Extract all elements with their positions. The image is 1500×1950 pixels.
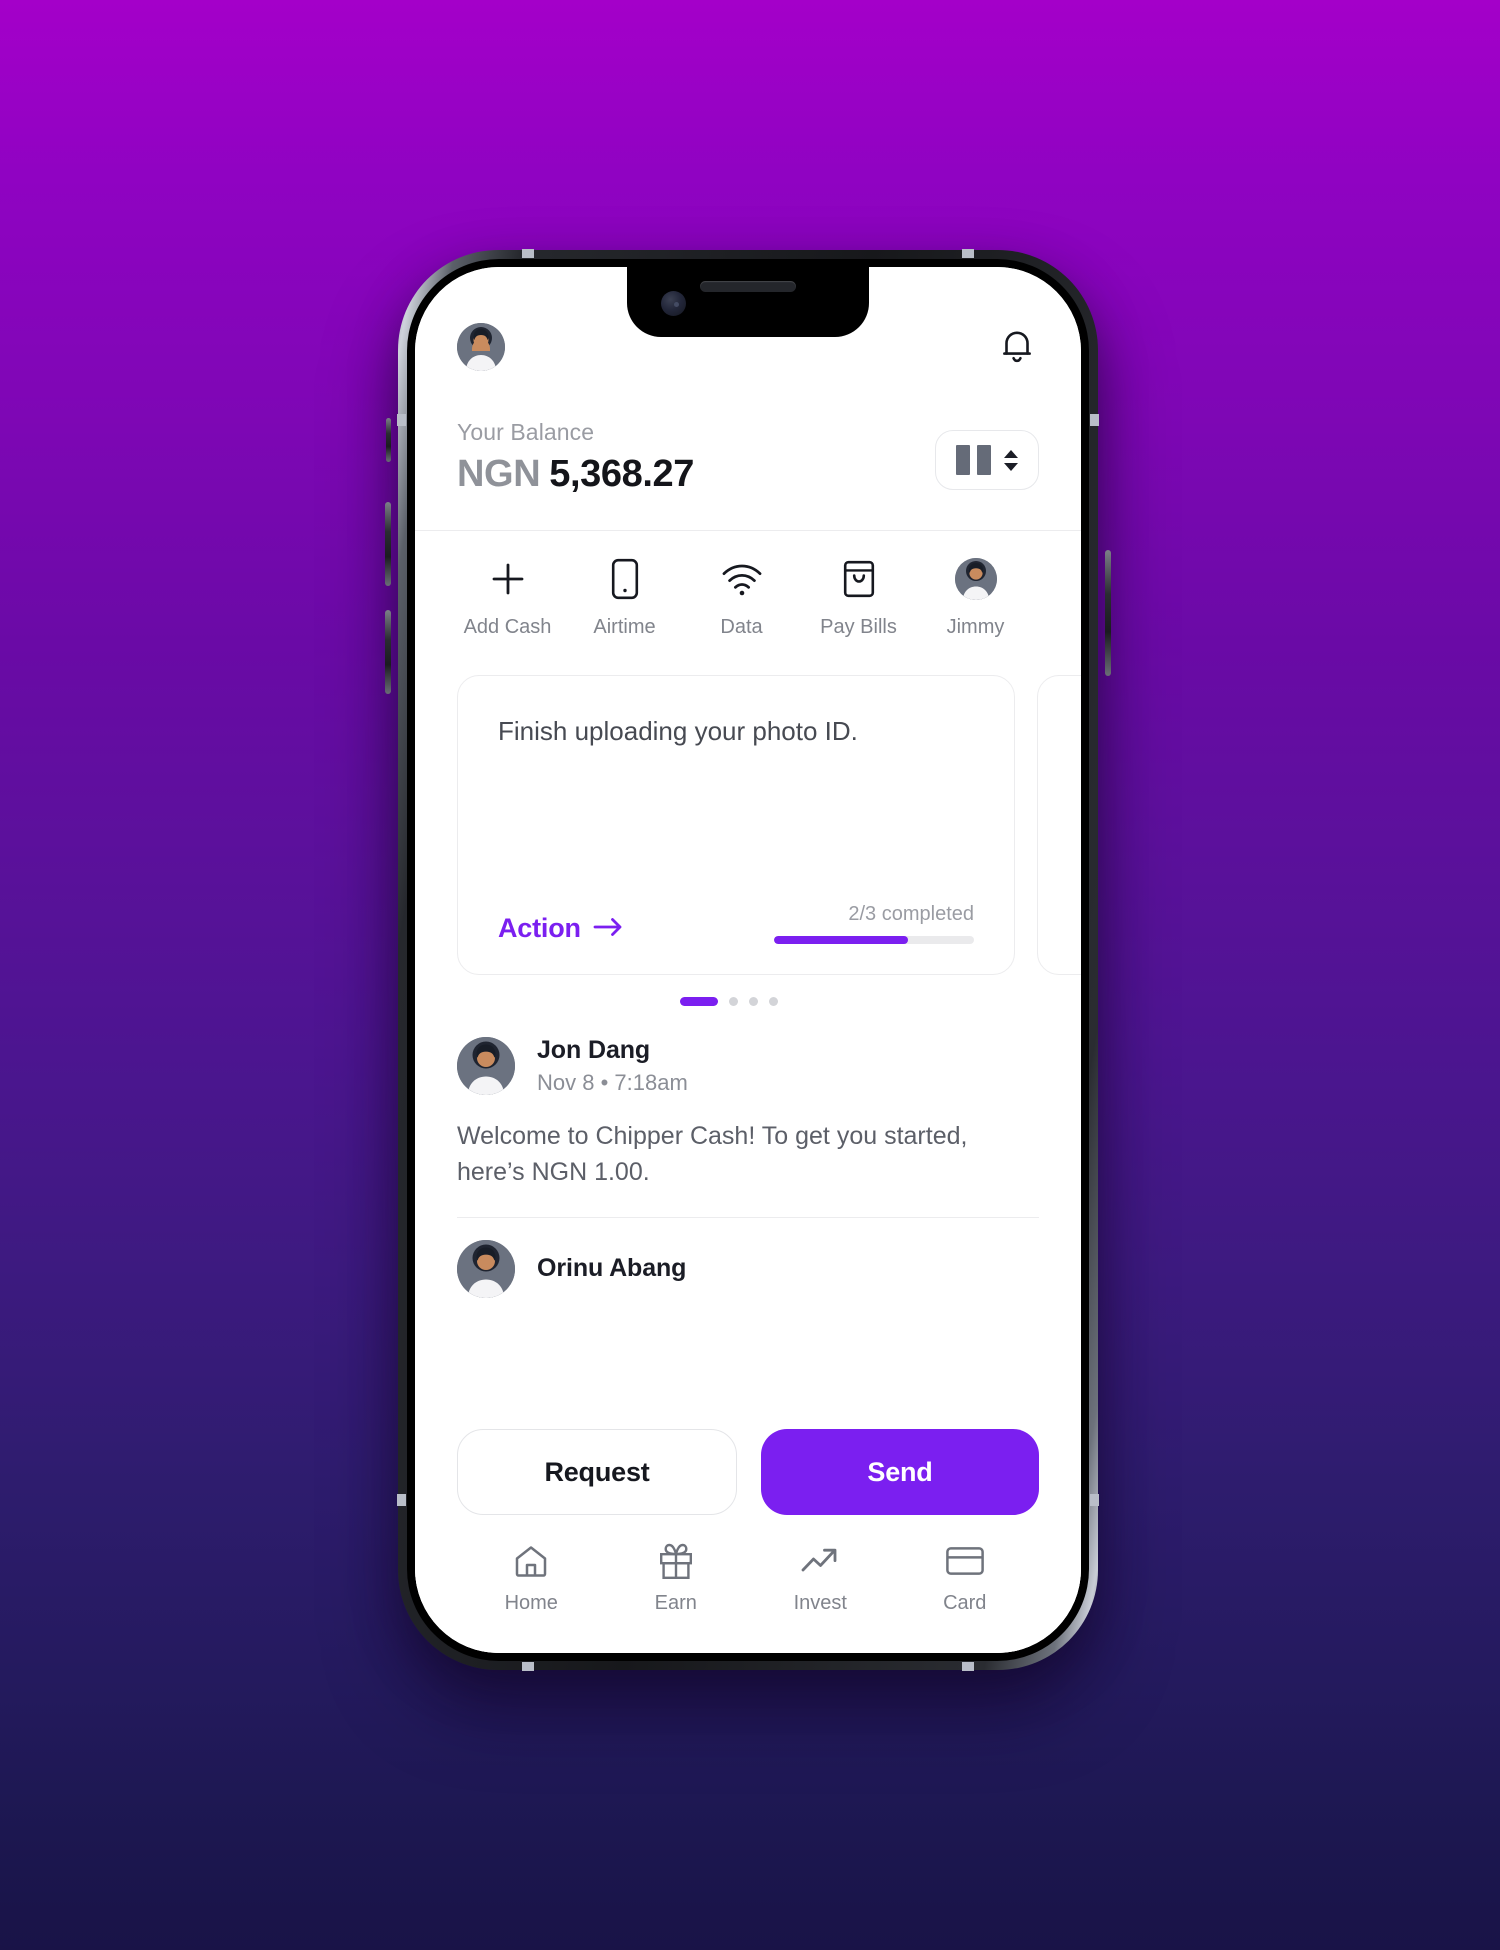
quick-action-label: Data	[720, 616, 763, 638]
phone-screen: Your Balance NGN 5,368.27 Add Cash Airti…	[415, 267, 1081, 1653]
balance-amount: NGN 5,368.27	[457, 453, 694, 496]
phone-icon	[609, 557, 641, 601]
feed-item-name: Jon Dang	[537, 1036, 651, 1064]
tab-label: Card	[943, 1592, 987, 1614]
contact-avatar-icon	[954, 557, 997, 601]
quick-action-label: Add Cash	[463, 616, 552, 638]
profile-avatar[interactable]	[457, 323, 505, 371]
send-button[interactable]: Send	[761, 1429, 1039, 1515]
card-title: Finish uploading your photo ID.	[498, 716, 858, 746]
earpiece-speaker	[700, 281, 796, 292]
tab-label: Earn	[654, 1592, 697, 1614]
quick-action-label: Jimmy	[946, 616, 1005, 638]
balance-value: 5,368.27	[549, 453, 694, 495]
antenna-line	[962, 1662, 974, 1671]
feed-item[interactable]: Orinu Abang	[457, 1216, 1039, 1324]
feed-item-body: Welcome to Chipper Cash! To get you star…	[457, 1122, 968, 1187]
tab-earn[interactable]: Earn	[604, 1541, 749, 1615]
progress-label: 2/3 completed	[848, 903, 974, 925]
bell-icon	[1003, 331, 1031, 363]
request-button[interactable]: Request	[457, 1429, 737, 1515]
feed-item-name: Orinu Abang	[537, 1254, 687, 1282]
notch	[627, 267, 869, 337]
card-progress: 2/3 completed	[774, 903, 974, 944]
card-action-label: Action	[498, 913, 581, 943]
app-screen: Your Balance NGN 5,368.27 Add Cash Airti…	[415, 267, 1081, 1653]
home-icon	[513, 1541, 549, 1581]
balance-section: Your Balance NGN 5,368.27	[415, 371, 1081, 531]
shopping-bag-icon	[841, 557, 877, 601]
antenna-line	[1090, 1494, 1099, 1506]
card-carousel[interactable]: Finish uploading your photo ID. Action 2…	[415, 661, 1081, 975]
progress-fill	[774, 936, 908, 944]
arrow-right-icon	[593, 913, 623, 944]
volume-up-button[interactable]	[385, 502, 391, 586]
phone-frame: Your Balance NGN 5,368.27 Add Cash Airti…	[385, 249, 1111, 1671]
tab-card[interactable]: Card	[893, 1541, 1038, 1615]
carousel-dot[interactable]	[769, 997, 778, 1006]
carousel-dot[interactable]	[749, 997, 758, 1006]
silent-switch[interactable]	[386, 418, 391, 462]
tab-label: Invest	[793, 1592, 847, 1614]
volume-down-button[interactable]	[385, 610, 391, 694]
carousel-dot[interactable]	[729, 997, 738, 1006]
balance-text-group: Your Balance NGN 5,368.27	[457, 419, 694, 496]
antenna-line	[1090, 414, 1099, 426]
progress-track	[774, 936, 974, 944]
quick-action-label: Airtime	[593, 616, 656, 638]
flag-placeholder-icon	[956, 445, 991, 475]
notifications-button[interactable]	[995, 325, 1039, 369]
contact-avatar	[954, 558, 997, 600]
quick-action-pay-bills[interactable]: Pay Bills	[800, 557, 917, 639]
carousel-dot[interactable]	[680, 997, 718, 1006]
quick-action-label: Pay Bills	[820, 616, 897, 638]
feed-item-header: Jon Dang Nov 8 • 7:18am	[457, 1036, 1039, 1096]
wifi-icon	[721, 557, 763, 601]
card-footer: Action 2/3 completed	[498, 903, 974, 944]
credit-card-icon	[945, 1541, 985, 1581]
tab-label: Home	[504, 1592, 558, 1614]
plus-icon	[489, 557, 527, 601]
antenna-line	[522, 1662, 534, 1671]
primary-actions: Request Send	[415, 1415, 1081, 1531]
feed-item-identity: Jon Dang Nov 8 • 7:18am	[537, 1036, 688, 1096]
carousel-pagination[interactable]	[415, 975, 1043, 1014]
quick-action-contact-jimmy[interactable]: Jimmy	[917, 557, 1034, 639]
antenna-line	[397, 1494, 406, 1506]
bottom-tab-bar: Home Earn Invest Card	[415, 1531, 1081, 1653]
balance-label: Your Balance	[457, 419, 595, 445]
quick-action-airtime[interactable]: Airtime	[566, 557, 683, 639]
tab-invest[interactable]: Invest	[748, 1541, 893, 1615]
tab-home[interactable]: Home	[459, 1541, 604, 1615]
up-down-chevron-icon	[1004, 449, 1018, 471]
antenna-line	[962, 249, 974, 258]
trending-up-icon	[800, 1541, 840, 1581]
front-camera-icon	[661, 291, 686, 316]
onboarding-card[interactable]: Finish uploading your photo ID. Action 2…	[457, 675, 1015, 975]
balance-currency: NGN	[457, 453, 541, 495]
card-action-button[interactable]: Action	[498, 913, 623, 944]
feed-avatar	[457, 1037, 515, 1095]
phone-bezel: Your Balance NGN 5,368.27 Add Cash Airti…	[407, 259, 1089, 1661]
gift-icon	[658, 1541, 694, 1581]
quick-actions-row: Add Cash Airtime Data Pay Bills Jimmy	[415, 531, 1081, 661]
feed-item[interactable]: Jon Dang Nov 8 • 7:18am Welcome to Chipp…	[457, 1014, 1039, 1217]
phone-mockup: Your Balance NGN 5,368.27 Add Cash Airti…	[385, 249, 1111, 1676]
power-button[interactable]	[1105, 550, 1111, 676]
feed-avatar	[457, 1239, 515, 1298]
antenna-line	[397, 414, 406, 426]
feed-item-header: Orinu Abang	[457, 1239, 1039, 1298]
currency-selector[interactable]	[935, 430, 1039, 490]
quick-action-add-cash[interactable]: Add Cash	[449, 557, 566, 639]
feed-item-meta: Nov 8 • 7:18am	[537, 1070, 688, 1095]
onboarding-card-next[interactable]	[1037, 675, 1081, 975]
quick-action-data[interactable]: Data	[683, 557, 800, 639]
feed-item-identity: Orinu Abang	[537, 1254, 686, 1283]
antenna-line	[522, 249, 534, 258]
